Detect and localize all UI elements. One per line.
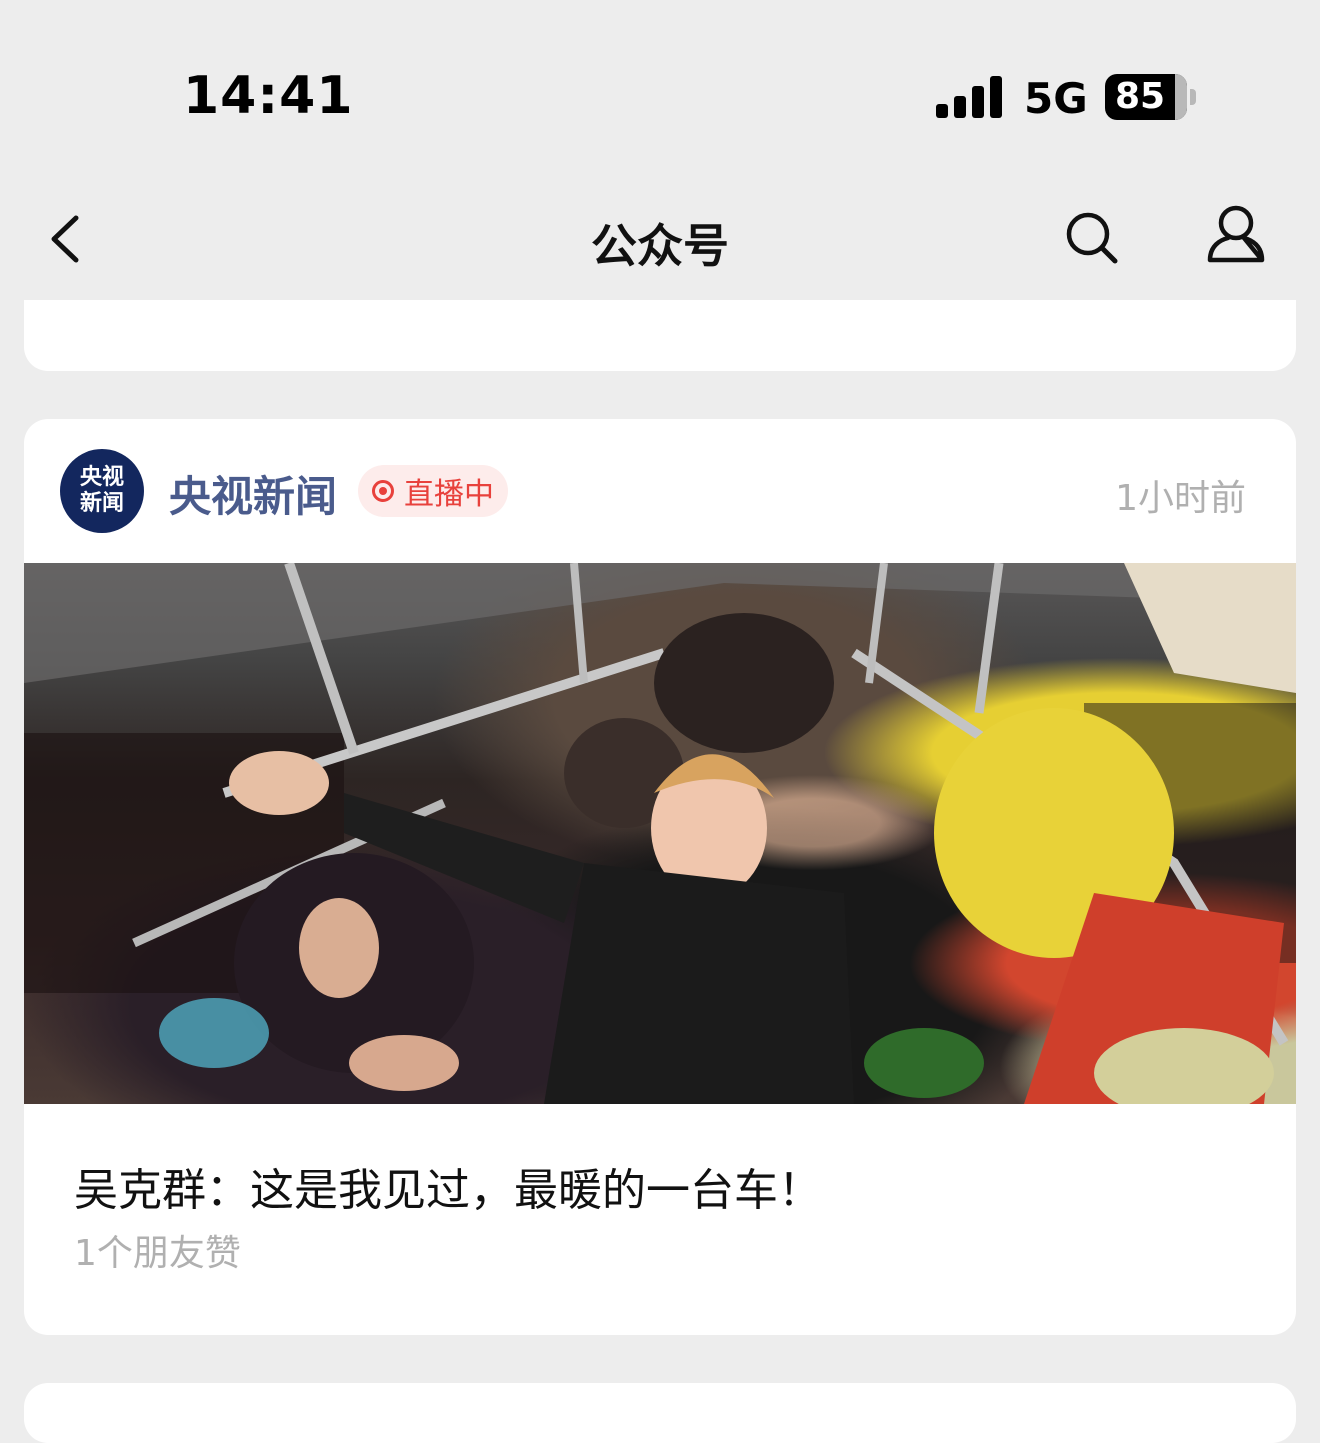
search-button[interactable] (1060, 204, 1124, 268)
profile-button[interactable] (1198, 200, 1274, 272)
live-indicator-icon (372, 480, 394, 502)
battery-icon: 85 (1105, 74, 1187, 120)
article-card[interactable]: 央视新闻 央视新闻 直播中 1小时前 吴克群：这是我见过，最暖的一台车！ 1个朋… (24, 419, 1296, 1335)
person-icon (1207, 205, 1265, 263)
account-name[interactable]: 央视新闻 (169, 463, 337, 524)
cellular-signal-icon (936, 76, 1002, 118)
article-card-header: 央视新闻 央视新闻 直播中 1小时前 (24, 419, 1296, 563)
avatar-logo-text: 央视新闻 (79, 465, 124, 516)
next-article-card[interactable] (24, 1383, 1296, 1443)
battery-tip (1190, 89, 1196, 105)
bus-interior-photo (24, 563, 1296, 1104)
battery-percentage: 85 (1114, 76, 1166, 117)
live-badge-label: 直播中 (404, 477, 494, 512)
status-bar: 14:41 5G 85 (0, 0, 1320, 190)
post-timestamp: 1小时前 (1115, 478, 1246, 519)
article-cover-image[interactable] (24, 563, 1296, 1104)
network-type: 5G (1024, 74, 1088, 123)
navigation-bar: 公众号 (0, 190, 1320, 300)
account-avatar[interactable]: 央视新闻 (60, 449, 144, 533)
live-badge[interactable]: 直播中 (358, 465, 508, 517)
search-icon (1066, 212, 1118, 264)
friend-likes: 1个朋友赞 (74, 1233, 241, 1274)
article-title[interactable]: 吴克群：这是我见过，最暖的一台车！ (74, 1154, 822, 1218)
clock: 14:41 (183, 66, 354, 126)
